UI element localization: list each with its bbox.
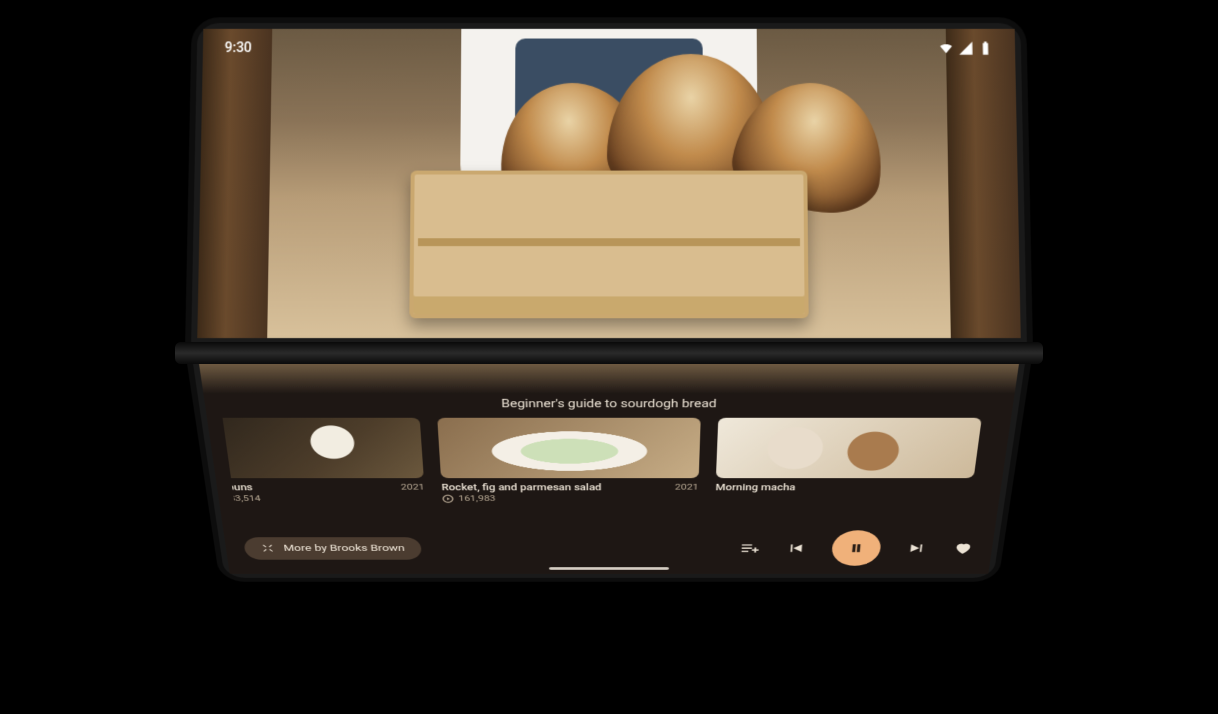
card-year: 2021 (675, 482, 699, 491)
card-thumbnail (437, 418, 701, 478)
card-title: Morning macha (715, 482, 796, 492)
favorite-icon[interactable] (952, 541, 974, 556)
card-views: 283,514 (223, 494, 261, 503)
card-thumbnail (716, 418, 982, 478)
card-title: Rocket, fig and parmesan salad (441, 482, 601, 492)
device-bottom-half: Beginner's guide to sourdogh bread bao b… (185, 350, 1033, 582)
card-thumbnail (223, 418, 424, 478)
skip-previous-icon[interactable] (785, 541, 807, 556)
pause-icon (846, 541, 866, 555)
gesture-bar[interactable] (549, 567, 669, 570)
related-card[interactable]: Morning macha (714, 418, 982, 522)
shuffle-icon (261, 543, 275, 553)
chip-label: More by Brooks Brown (283, 543, 405, 553)
related-card[interactable]: Rocket, fig and parmesan salad 2021 161,… (437, 418, 701, 522)
related-carousel[interactable]: bao buns 2021 283,514 Rocket, fig (223, 418, 996, 522)
battery-icon (977, 40, 993, 55)
skip-next-icon[interactable] (906, 541, 928, 556)
pause-button[interactable] (831, 530, 883, 565)
wifi-icon (938, 40, 954, 55)
hero-video[interactable] (197, 29, 1021, 338)
card-title: bao buns (223, 482, 254, 492)
signal-icon (958, 40, 974, 55)
status-bar: 9:30 (203, 37, 1016, 60)
play-icon (442, 494, 454, 503)
device-hinge (175, 342, 1043, 364)
video-title: Beginner's guide to sourdogh bread (220, 398, 998, 410)
status-time: 9:30 (224, 40, 251, 55)
foldable-device: 9:30 Beginner's guide to sourdogh bread (185, 10, 1033, 700)
card-views: 161,983 (458, 494, 496, 503)
queue-add-icon[interactable] (739, 541, 760, 556)
card-year: 2021 (401, 482, 425, 491)
more-by-author-chip[interactable]: More by Brooks Brown (243, 537, 422, 560)
player-controls: More by Brooks Brown (238, 530, 979, 565)
device-top-half: 9:30 (185, 17, 1033, 350)
related-card[interactable]: bao buns 2021 283,514 (223, 418, 427, 522)
